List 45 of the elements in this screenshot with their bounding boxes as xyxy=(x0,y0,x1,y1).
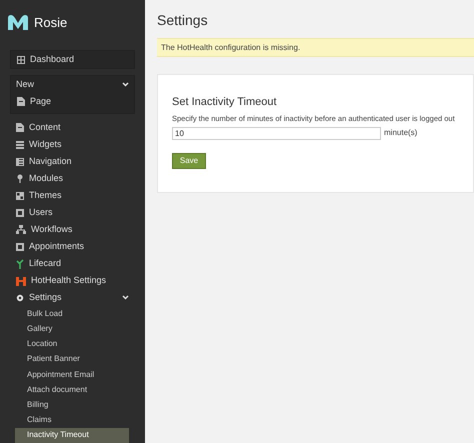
timeout-input[interactable]: 10 xyxy=(172,126,381,140)
submenu-item[interactable]: Location xyxy=(15,336,129,352)
sidebar-item[interactable]: Modules xyxy=(10,170,135,188)
submenu-item[interactable]: Patient Banner xyxy=(15,352,129,368)
submenu-item[interactable]: Appointment Email xyxy=(15,367,129,382)
sidebar-item[interactable]: Widgets xyxy=(10,136,135,154)
grid-icon xyxy=(17,56,25,64)
sidebar-item[interactable]: Page xyxy=(11,93,134,110)
page-title: Settings xyxy=(156,11,209,30)
submenu-item[interactable]: Attach document xyxy=(15,382,129,398)
dashboard-link[interactable]: Dashboard xyxy=(10,50,135,70)
chevron-down-icon xyxy=(122,82,129,88)
submenu-item[interactable]: Claims xyxy=(15,412,129,428)
app-name: Rosie xyxy=(34,14,68,32)
sidebar-item[interactable]: Lifecard xyxy=(10,255,135,272)
chevron-down-icon xyxy=(122,295,129,300)
submenu-item[interactable]: Bulk Load xyxy=(15,306,129,322)
pin-icon xyxy=(16,174,24,184)
submenu-item[interactable]: Billing xyxy=(15,397,129,413)
new-menu-toggle[interactable]: New xyxy=(11,76,134,94)
sidebar-item[interactable]: HotHealth Settings xyxy=(10,272,135,290)
submenu-item[interactable]: Inactivity Timeout xyxy=(15,428,129,443)
unit-label: minute(s) xyxy=(384,127,418,139)
card-heading: Set Inactivity Timeout xyxy=(172,97,278,108)
square-icon xyxy=(16,242,24,251)
square-icon xyxy=(16,208,24,217)
submenu-item[interactable]: Gallery xyxy=(15,321,129,337)
sidebar-item[interactable]: Content xyxy=(10,119,135,136)
list-icon xyxy=(16,140,24,149)
document-icon xyxy=(16,123,24,132)
hierarchy-icon xyxy=(16,225,26,234)
sidebar-item[interactable]: Appointments xyxy=(10,238,135,256)
sidebar-item[interactable]: Settings xyxy=(10,289,135,306)
sidebar-item[interactable]: Navigation xyxy=(10,153,135,170)
plant-icon xyxy=(16,258,24,269)
list-icon xyxy=(16,158,24,166)
sidebar-item[interactable]: Themes xyxy=(10,187,135,204)
sidebar-item[interactable]: Workflows xyxy=(10,221,135,238)
alert-message: The HotHealth configuration is missing. xyxy=(157,38,474,57)
document-icon xyxy=(17,97,25,106)
logo-icon xyxy=(8,14,28,30)
h-logo-icon xyxy=(16,276,26,286)
grid-icon xyxy=(16,192,24,200)
settings-icon xyxy=(16,294,24,302)
sidebar-item[interactable]: Users xyxy=(10,204,135,222)
